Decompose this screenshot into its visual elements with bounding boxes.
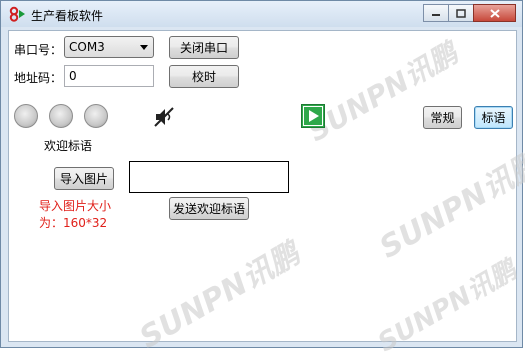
chevron-down-icon [140, 45, 148, 50]
address-label: 地址码： [14, 71, 63, 85]
port-select-value: COM3 [69, 40, 105, 54]
welcome-label: 欢迎标语 [44, 139, 93, 153]
watermark: SUNPN讯鹏 [373, 146, 525, 266]
window-title: 生产看板软件 [31, 9, 104, 23]
import-hint-line2: 为：160*32 [39, 216, 108, 230]
minimize-icon[interactable] [423, 4, 449, 22]
close-icon[interactable] [473, 4, 516, 22]
watermark: SUNPN讯鹏 [373, 255, 522, 359]
close-port-button[interactable]: 关闭串口 [169, 36, 239, 59]
import-hint-line1: 导入图片大小 [39, 199, 112, 213]
status-light-1 [14, 104, 38, 128]
maximize-icon[interactable] [448, 4, 474, 22]
title-bar[interactable]: 生产看板软件 [1, 1, 522, 27]
app-window: 生产看板软件 SUNPN讯鹏 SUNPN讯鹏 SUNPN讯鹏 SUNPN讯鹏 串… [0, 0, 525, 358]
watermark: SUNPN讯鹏 [302, 36, 464, 149]
play-icon[interactable] [301, 104, 325, 128]
speaker-muted-icon[interactable] [154, 107, 176, 127]
mode-normal-button[interactable]: 常规 [423, 106, 462, 129]
window-controls [423, 4, 516, 22]
mode-slogan-button[interactable]: 标语 [474, 106, 513, 129]
send-welcome-button[interactable]: 发送欢迎标语 [169, 197, 249, 220]
address-input[interactable]: 0 [64, 65, 154, 87]
port-select[interactable]: COM3 [64, 36, 154, 58]
time-sync-button[interactable]: 校时 [169, 65, 239, 88]
image-preview-box [129, 161, 289, 193]
app-logo-icon [9, 6, 25, 22]
import-image-button[interactable]: 导入图片 [54, 167, 114, 190]
status-light-2 [49, 104, 73, 128]
main-panel: SUNPN讯鹏 SUNPN讯鹏 SUNPN讯鹏 SUNPN讯鹏 串口号： COM… [8, 30, 525, 358]
status-light-3 [84, 104, 108, 128]
watermark: SUNPN讯鹏 [133, 236, 306, 356]
port-label: 串口号： [14, 43, 63, 57]
